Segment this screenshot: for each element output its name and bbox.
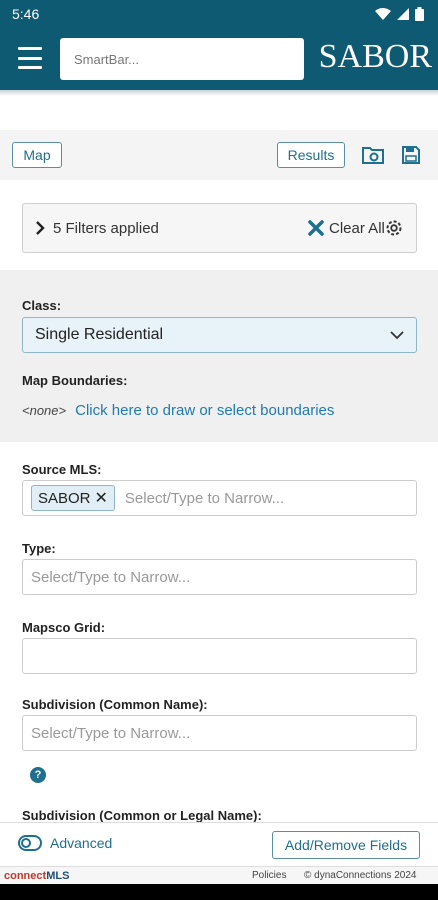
chevron-right-icon xyxy=(36,221,45,235)
mapsco-grid-input[interactable] xyxy=(31,647,408,665)
class-select[interactable]: Single Residential xyxy=(22,317,417,353)
connectmls-logo: connectMLS xyxy=(4,869,70,882)
gear-icon[interactable] xyxy=(384,218,404,238)
map-boundaries-row: <none> Click here to draw or select boun… xyxy=(22,402,334,419)
class-label: Class: xyxy=(22,298,62,313)
mapsco-grid-field[interactable] xyxy=(22,638,417,674)
wifi-icon xyxy=(375,8,391,20)
battery-icon xyxy=(415,7,424,21)
source-mls-field[interactable]: SABOR ✕ xyxy=(22,480,417,516)
advanced-label: Advanced xyxy=(50,835,113,851)
search-toolbar: Map Results xyxy=(0,130,438,180)
filters-applied-label: 5 Filters applied xyxy=(53,219,159,237)
subdivision-common-input[interactable] xyxy=(31,724,408,742)
policies-link[interactable]: Policies xyxy=(252,870,286,881)
type-input[interactable] xyxy=(31,568,408,586)
save-icon xyxy=(402,146,420,164)
help-icon[interactable]: ? xyxy=(30,767,46,783)
subdivision-common-label: Subdivision (Common Name): xyxy=(22,697,208,712)
draw-boundaries-link[interactable]: Click here to draw or select boundaries xyxy=(75,402,334,419)
signal-icon xyxy=(397,8,409,20)
bottom-action-bar: Advanced Add/Remove Fields xyxy=(0,822,438,866)
save-search-button[interactable] xyxy=(398,142,424,168)
photo-search-button[interactable] xyxy=(360,142,386,168)
results-button[interactable]: Results xyxy=(277,142,345,168)
type-label: Type: xyxy=(22,541,56,556)
copyright-text: © dynaConnections 2024 xyxy=(304,870,417,881)
folder-camera-icon xyxy=(362,147,384,164)
clear-all-button[interactable]: Clear All xyxy=(308,204,385,252)
type-field[interactable] xyxy=(22,559,417,595)
sabor-logo: SABOR xyxy=(318,38,432,75)
source-mls-input[interactable] xyxy=(124,489,408,507)
smartbar-input[interactable] xyxy=(60,38,304,80)
subdivision-legal-label: Subdivision (Common or Legal Name): xyxy=(22,808,262,822)
chip-remove-icon[interactable]: ✕ xyxy=(95,488,108,508)
filters-applied-toggle[interactable]: 5 Filters applied xyxy=(35,204,159,252)
status-bar: 5:46 xyxy=(0,0,438,28)
footer: connectMLS Policies © dynaConnections 20… xyxy=(0,866,438,884)
map-button[interactable]: Map xyxy=(12,142,62,168)
chevron-down-icon xyxy=(390,331,404,340)
status-time: 5:46 xyxy=(12,6,40,22)
source-mls-chip: SABOR ✕ xyxy=(31,485,115,511)
toggle-switch-icon xyxy=(18,835,42,851)
add-remove-fields-button[interactable]: Add/Remove Fields xyxy=(272,831,420,859)
subdivision-common-field[interactable] xyxy=(22,715,417,751)
clear-all-label: Clear All xyxy=(329,219,385,237)
advanced-toggle[interactable]: Advanced xyxy=(18,835,112,851)
mapsco-grid-label: Mapsco Grid: xyxy=(22,620,106,635)
class-select-value: Single Residential xyxy=(35,326,164,343)
map-boundaries-label: Map Boundaries: xyxy=(22,373,128,388)
system-nav-bar xyxy=(0,884,438,900)
close-icon xyxy=(308,220,324,236)
status-icons xyxy=(375,7,424,21)
source-mls-label: Source MLS: xyxy=(22,462,102,477)
boundaries-none-text: <none> xyxy=(22,403,67,418)
source-mls-chip-label: SABOR xyxy=(38,489,91,507)
header-shadow xyxy=(0,90,438,96)
filters-summary-box: 5 Filters applied Clear All xyxy=(22,203,417,253)
hamburger-menu-icon[interactable] xyxy=(18,47,42,69)
app-header: SABOR xyxy=(0,28,438,90)
